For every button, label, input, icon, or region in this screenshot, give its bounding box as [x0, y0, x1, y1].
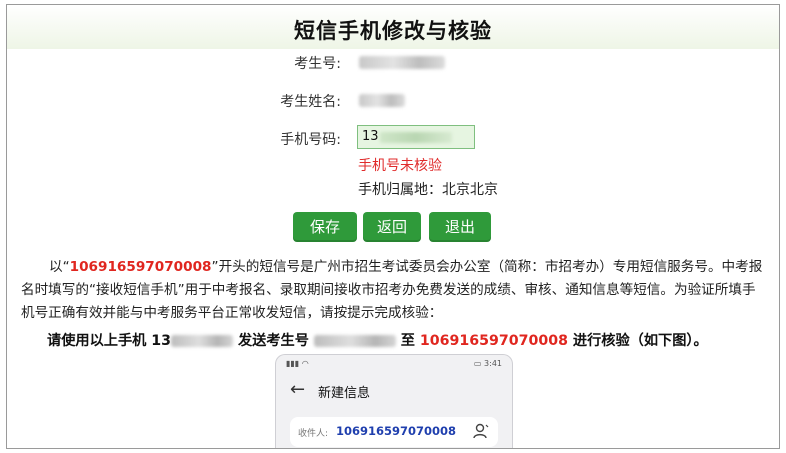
exit-button[interactable]: 退出	[429, 212, 491, 242]
instruction-part2: 发送考生号	[233, 333, 314, 349]
phone-status-bar: ▮▮▮ ◠ ▭ 3:41	[276, 355, 512, 371]
page-frame: 短信手机修改与核验 考生号: 考生姓名: 手机号码: 13 手机号未核验 手机归…	[6, 4, 780, 449]
new-message-title: 新建信息	[318, 386, 371, 401]
phone-location: 手机归属地：北京北京	[358, 182, 498, 198]
battery-icon: ▭	[473, 359, 485, 368]
phone-status-right: ▭ 3:41	[474, 359, 502, 368]
recipient-label: 收件人:	[298, 429, 329, 439]
phone-input[interactable]: 13	[357, 125, 475, 149]
back-button[interactable]: 返回	[363, 212, 421, 242]
notice-paragraph: 以“106916597070008”开头的短信号是广州市招生考试委员会办公室（简…	[21, 256, 767, 325]
phone-input-redacted	[380, 132, 452, 143]
notice-sms-number: 106916597070008	[69, 259, 212, 275]
exam-no-label: 考生号:	[294, 56, 341, 72]
signal-icon: ▮▮▮ ◠	[286, 359, 309, 368]
phone-input-prefix: 13	[362, 129, 379, 144]
instruction-number: 106916597070008	[419, 333, 568, 349]
notice-start: 以“	[49, 259, 70, 275]
verification-instruction: 请使用以上手机 13 发送考生号 至 106916597070008 进行核验（…	[47, 330, 767, 350]
person-icon	[473, 423, 489, 439]
instruction-phone-redacted	[171, 335, 233, 347]
phone-example-screenshot: ▮▮▮ ◠ ▭ 3:41 ← 新建信息 收件人: 106916597070008	[275, 354, 513, 448]
name-value-redacted	[359, 94, 405, 107]
save-button[interactable]: 保存	[293, 212, 357, 242]
arrow-left-icon: ←	[290, 379, 306, 400]
recipient-card: 收件人: 106916597070008	[290, 417, 498, 447]
name-label: 考生姓名:	[280, 94, 341, 110]
instruction-part1: 请使用以上手机 13	[47, 333, 171, 349]
phone-label: 手机号码:	[280, 132, 341, 148]
page-title: 短信手机修改与核验	[294, 19, 492, 43]
instruction-part3: 至	[395, 333, 420, 349]
instruction-exam-no-redacted	[313, 335, 396, 347]
phone-status-text: 手机号未核验	[358, 158, 442, 174]
phone-status-time: 3:41	[484, 359, 502, 368]
instruction-part4: 进行核验（如下图）。	[567, 333, 708, 349]
exam-no-value-redacted	[359, 56, 445, 69]
recipient-number: 106916597070008	[336, 424, 457, 438]
